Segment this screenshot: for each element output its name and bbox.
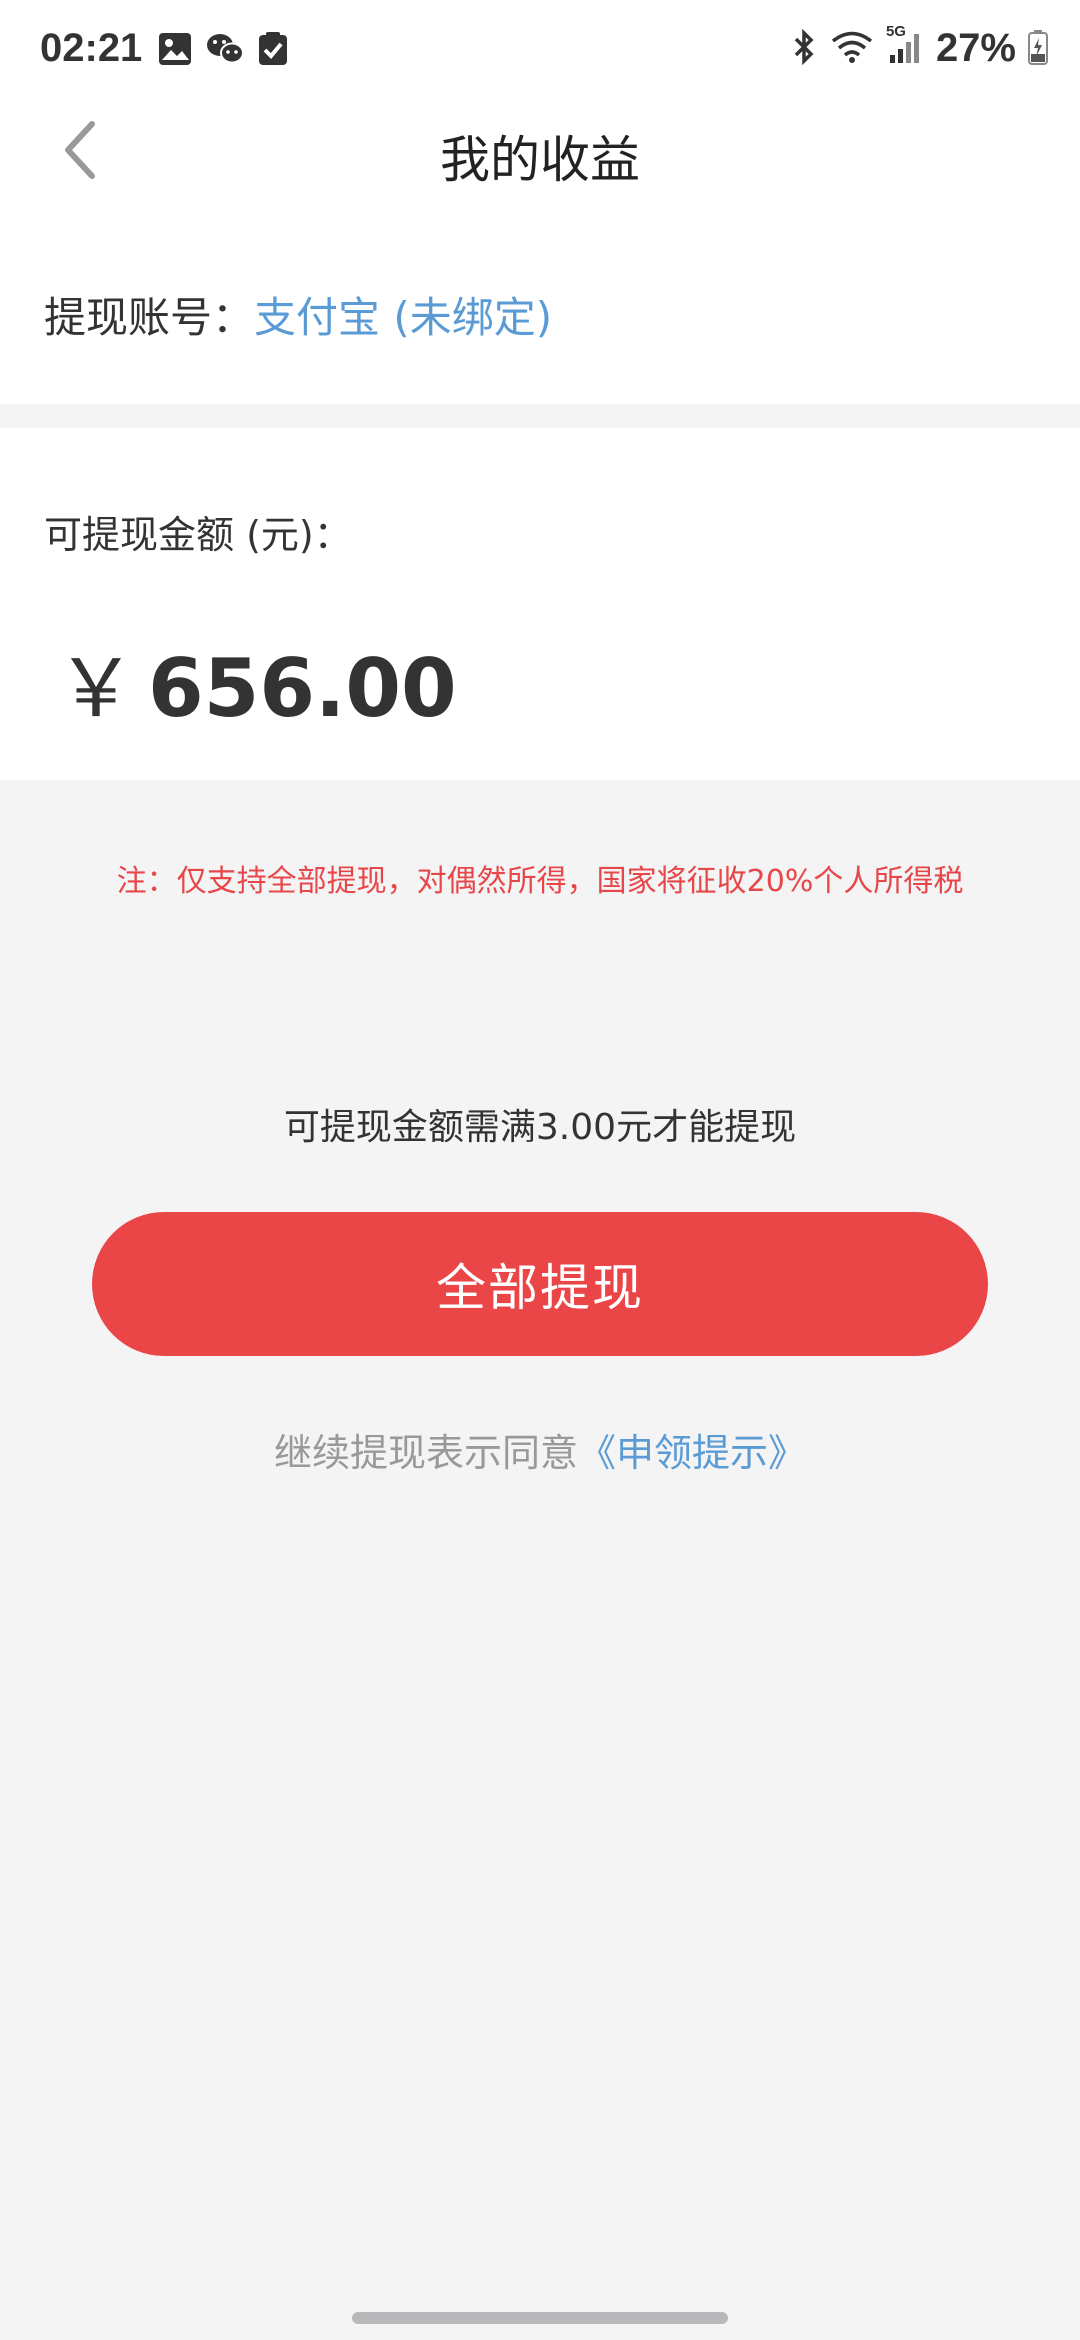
amount-label: 可提现金额 (元)： — [44, 513, 352, 557]
signal-icon: 5G — [886, 23, 924, 69]
account-section: 提现账号：支付宝 (未绑定) — [0, 200, 1080, 404]
account-value-link[interactable]: 支付宝 (未绑定) — [254, 293, 552, 342]
agreement-link[interactable]: 《申领提示》 — [578, 1431, 806, 1475]
wechat-icon — [206, 32, 244, 70]
agreement-text: 继续提现表示同意 — [273, 1431, 578, 1475]
amount-section: 可提现金额 (元)： ￥ 656.00 — [0, 428, 1080, 780]
agreement-row: 继续提现表示同意《申领提示》 — [0, 1422, 1080, 1477]
bluetooth-icon — [790, 28, 818, 69]
header: 我的收益 — [0, 100, 1080, 200]
network-type: 5G — [885, 22, 906, 40]
tax-note: 注：仅支持全部提现，对偶然所得，国家将征收20%个人所得税 — [116, 864, 964, 899]
wifi-icon — [830, 29, 874, 69]
status-right: 5G 27% — [790, 23, 1048, 71]
minimum-hint: 可提现金额需满3.00元才能提现 — [283, 1107, 797, 1148]
withdraw-all-button[interactable]: 全部提现 — [92, 1212, 988, 1356]
account-label: 提现账号： — [44, 293, 255, 342]
checkbox-icon — [258, 32, 288, 70]
amount-number: 656.00 — [148, 642, 457, 735]
amount-value: ￥ 656.00 — [56, 624, 457, 740]
notification-icons — [158, 32, 288, 70]
battery-percent: 27% — [935, 26, 1016, 70]
image-icon — [158, 32, 192, 70]
home-indicator[interactable] — [352, 2312, 728, 2324]
status-bar: 02:21 5G 27% — [0, 0, 1080, 100]
page-title: 我的收益 — [440, 131, 640, 189]
status-time: 02:21 — [40, 26, 143, 70]
battery-icon — [1028, 29, 1048, 69]
account-row[interactable]: 提现账号：支付宝 (未绑定) — [44, 284, 552, 345]
currency-symbol: ￥ — [56, 642, 136, 735]
